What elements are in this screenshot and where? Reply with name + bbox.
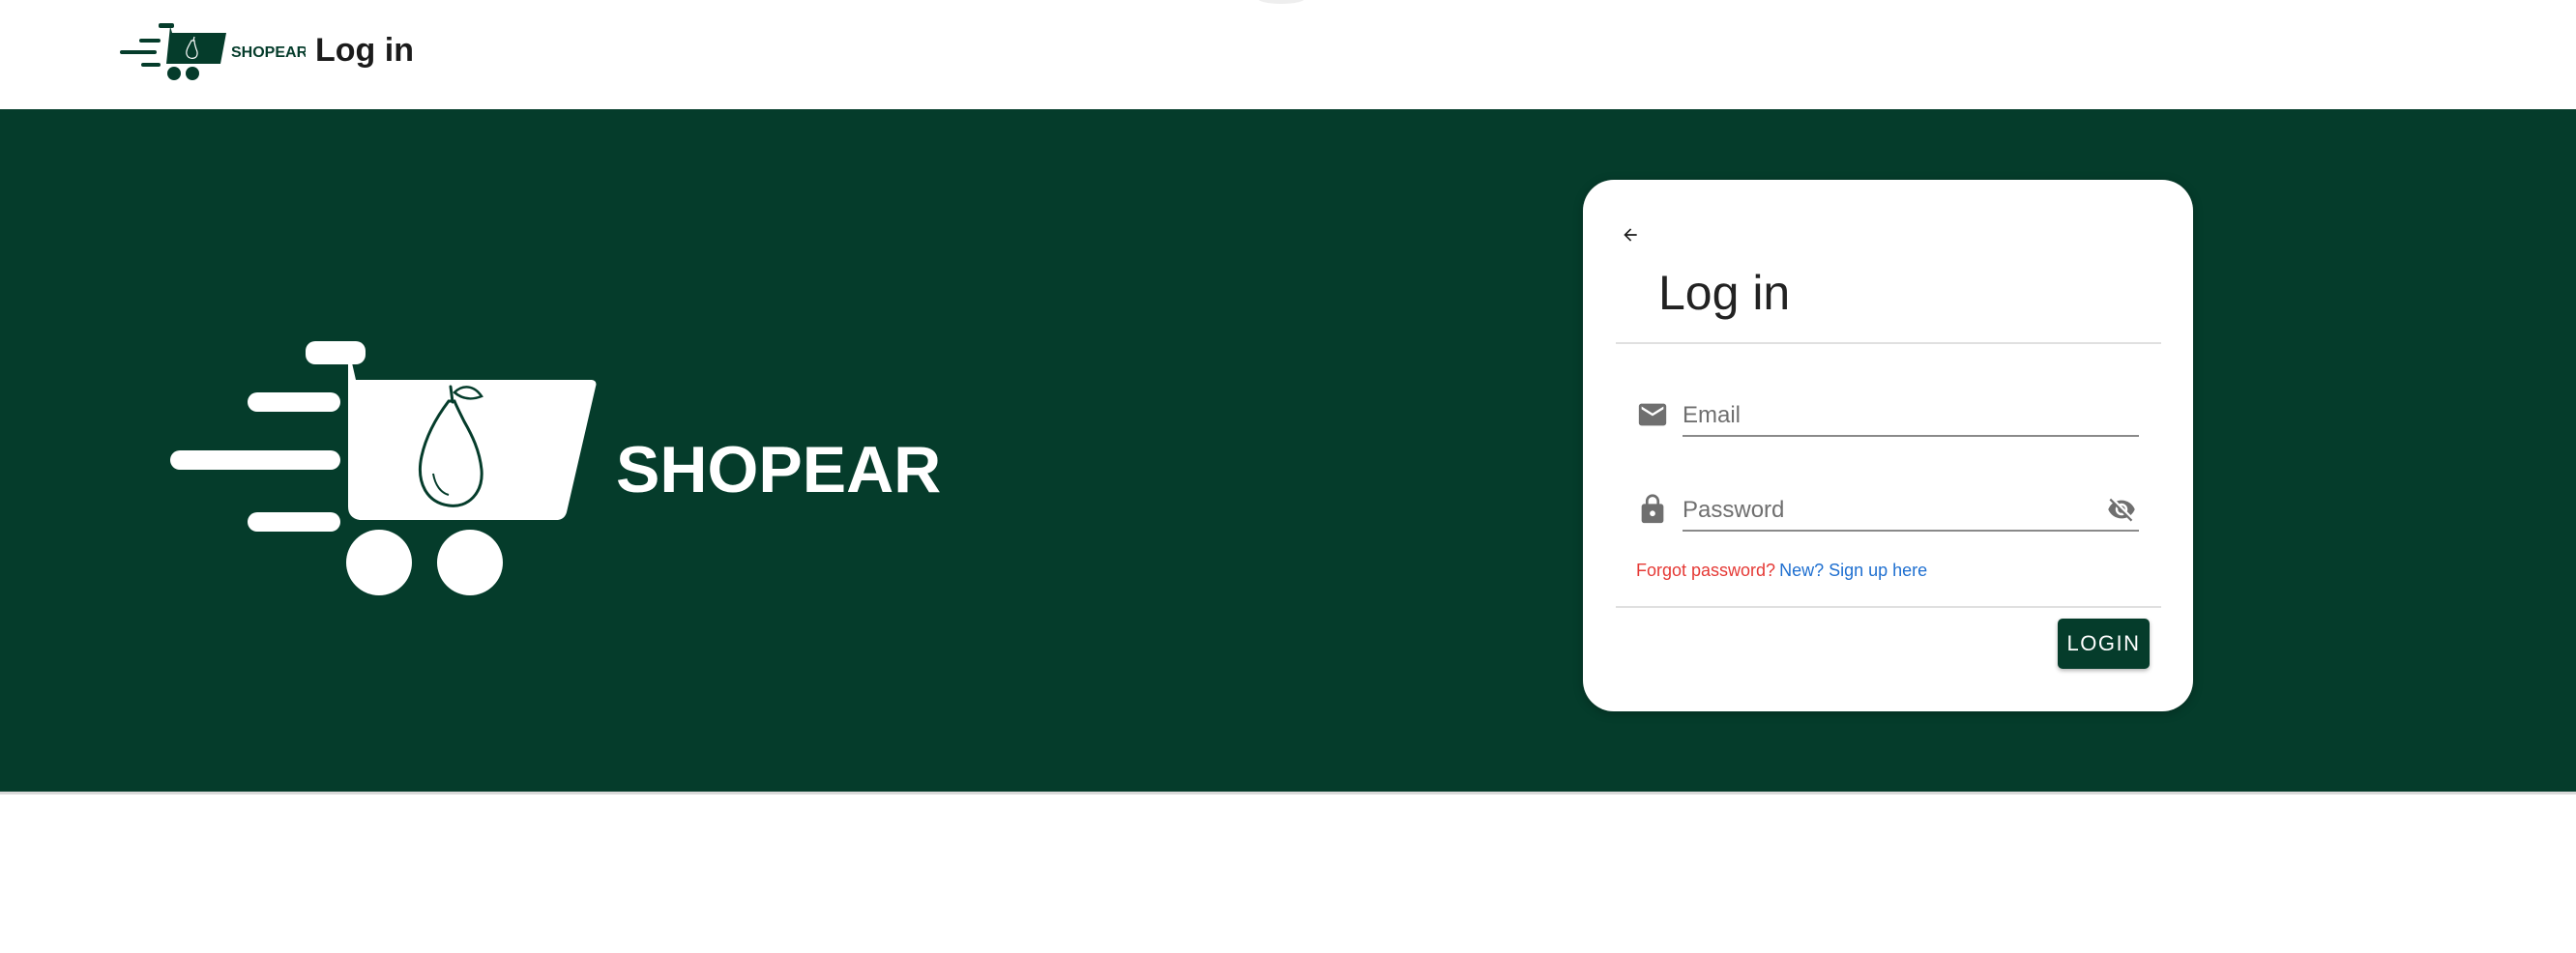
login-button[interactable]: LOGIN [2058, 619, 2150, 669]
password-field-row [1636, 485, 2139, 535]
top-app-bar: SHOPEAR Log in [0, 0, 2576, 109]
auth-links: Forgot password? New? Sign up here [1636, 559, 1927, 582]
password-field[interactable] [1683, 485, 2139, 532]
shopear-logo-small[interactable]: SHOPEAR [120, 21, 306, 89]
cart-basket [348, 346, 597, 520]
title-divider [1616, 342, 2161, 344]
speed-line [248, 512, 340, 532]
arrow-left-icon [1624, 228, 1637, 242]
shopear-logo-large [170, 341, 597, 595]
speed-line [248, 392, 340, 412]
login-title: Log in [1658, 266, 1791, 320]
top-brand-text: SHOPEAR [231, 44, 306, 61]
login-card: Log in Forgot password?New? Sign up here… [1583, 180, 2193, 711]
actions-divider [1616, 606, 2161, 608]
back-button[interactable] [1612, 217, 1649, 253]
cart-handle [306, 341, 366, 364]
email-field[interactable] [1683, 390, 2139, 437]
top-decoration [1257, 0, 1305, 4]
eye-off-icon[interactable] [2104, 495, 2139, 524]
cart-wheel [437, 530, 503, 595]
email-field-row [1636, 390, 2139, 441]
hero-brand-text: SHOPEAR [616, 433, 942, 506]
lock-icon [1641, 494, 1664, 524]
forgot-password-link[interactable]: Forgot password? [1636, 561, 1775, 580]
signup-link[interactable]: New? Sign up here [1779, 561, 1927, 580]
page-title: Log in [315, 32, 414, 69]
hero-bottom-divider [0, 792, 2576, 794]
cart-wheel [346, 530, 412, 595]
speed-line [170, 450, 340, 470]
mail-icon [1638, 403, 1667, 426]
